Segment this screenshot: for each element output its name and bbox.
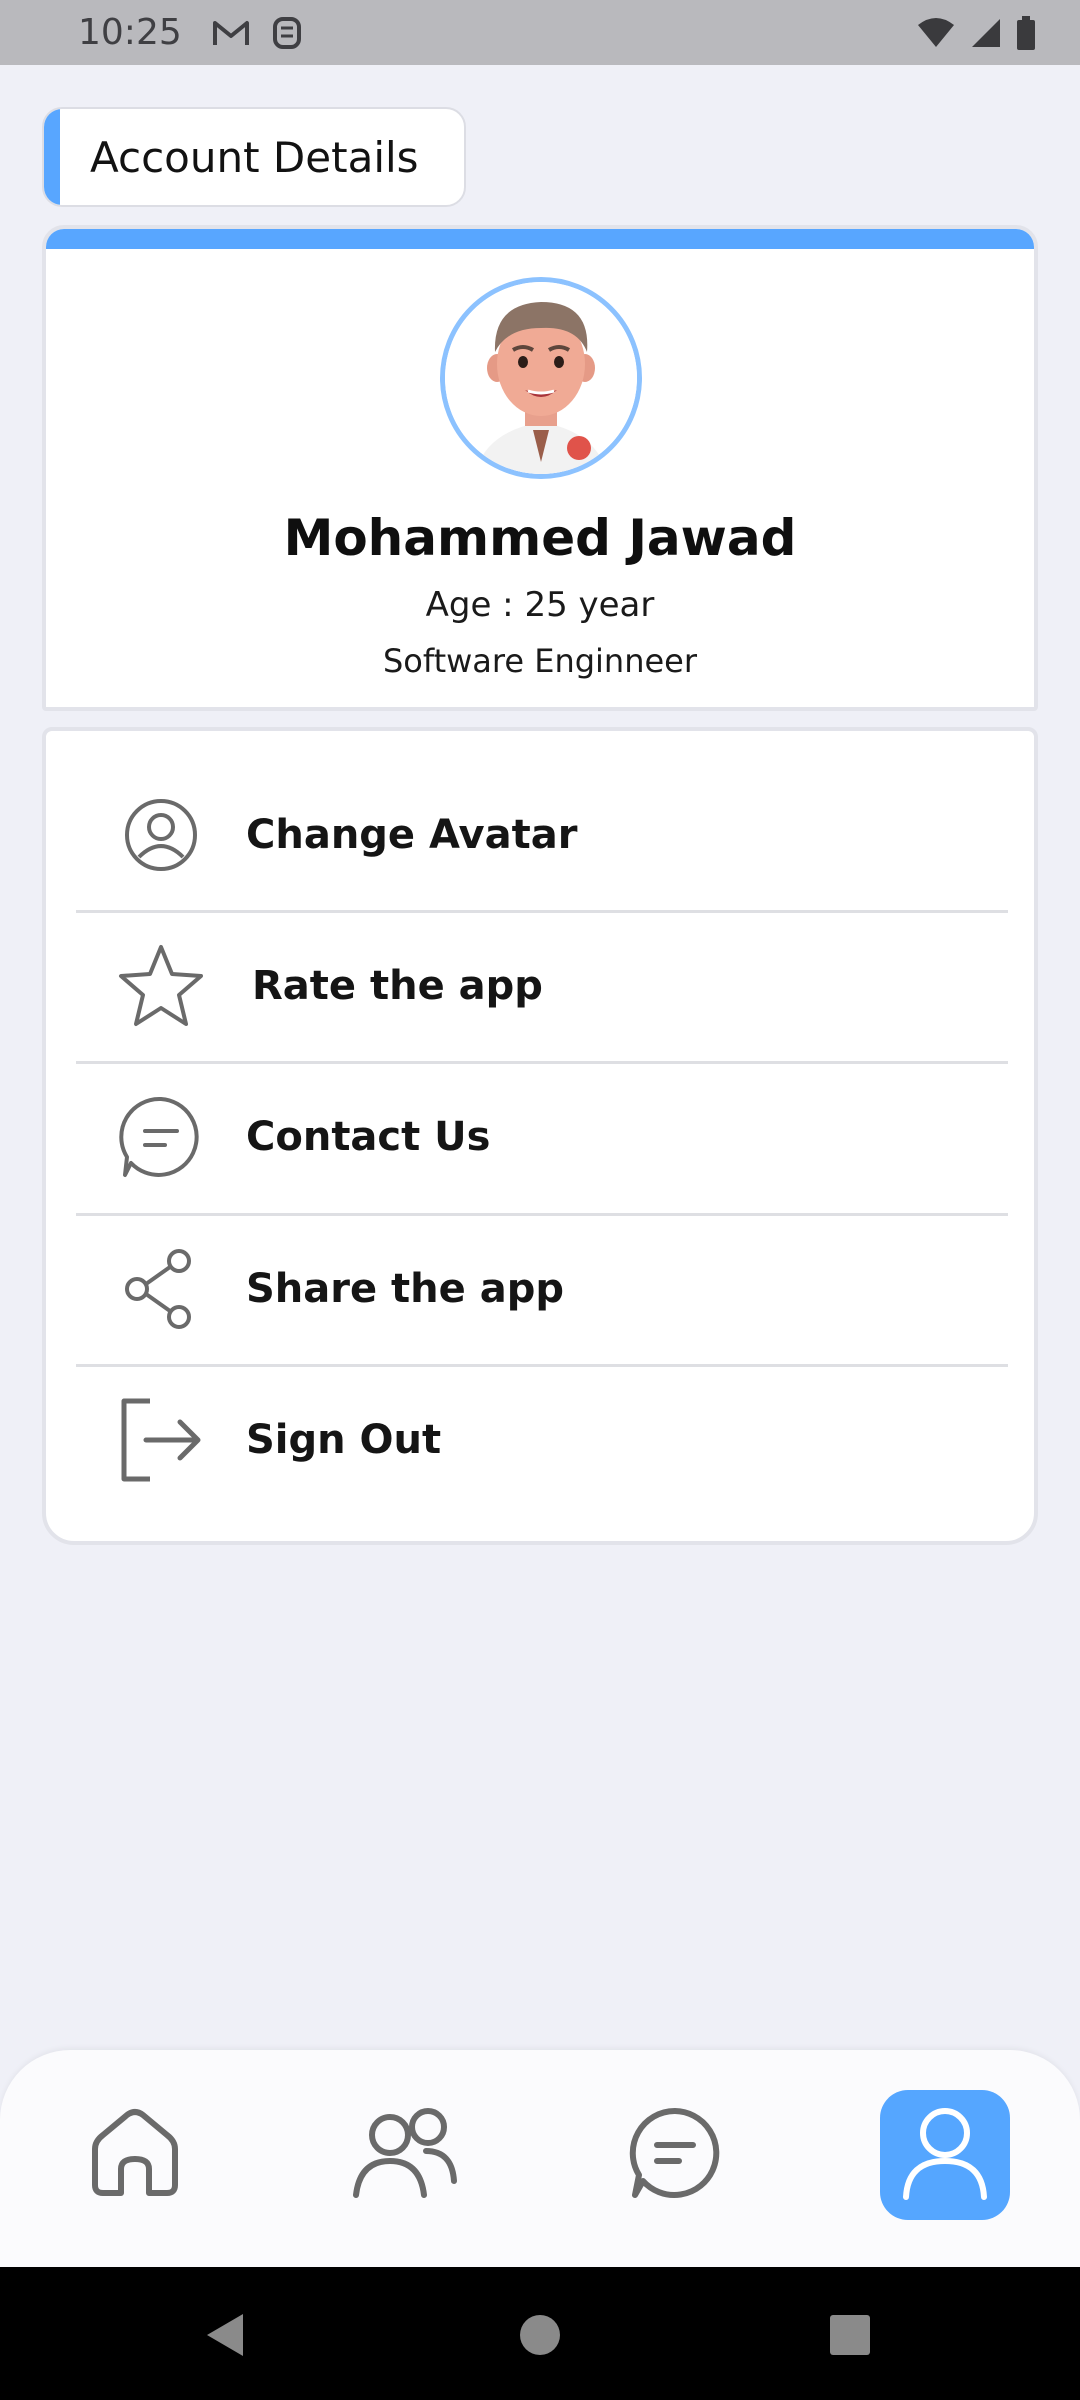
nav-messages-button[interactable] — [610, 2090, 740, 2220]
sign-out-icon — [116, 1395, 206, 1485]
system-navigation-bar — [0, 2267, 1080, 2400]
menu-item-sign-out[interactable]: Sign Out — [76, 1365, 1008, 1515]
profile-card-accent-bar — [46, 229, 1034, 249]
section-title: Account Details — [90, 132, 419, 182]
notification-app-icon — [272, 16, 302, 50]
chat-icon — [116, 1092, 206, 1182]
star-icon — [116, 941, 206, 1031]
menu-item-label: Change Avatar — [246, 812, 578, 858]
nav-friends-button[interactable] — [340, 2090, 470, 2220]
menu-item-label: Share the app — [246, 1266, 564, 1312]
menu-item-label: Contact Us — [246, 1114, 491, 1160]
nav-profile-button[interactable] — [880, 2090, 1010, 2220]
user-circle-icon — [116, 790, 206, 880]
share-icon — [116, 1244, 206, 1334]
recents-icon[interactable] — [810, 2295, 890, 2375]
menu-item-rate-app[interactable]: Rate the app — [76, 911, 1008, 1061]
menu-item-label: Rate the app — [252, 963, 543, 1009]
user-icon — [900, 2105, 990, 2205]
wifi-icon — [916, 17, 956, 49]
menu-item-contact-us[interactable]: Contact Us — [76, 1062, 1008, 1212]
status-time: 10:25 — [78, 12, 182, 53]
battery-icon — [1016, 15, 1036, 50]
menu-item-change-avatar[interactable]: Change Avatar — [76, 760, 1008, 910]
menu-item-share-app[interactable]: Share the app — [76, 1214, 1008, 1364]
menu-item-label: Sign Out — [246, 1417, 442, 1463]
section-title-accent — [44, 109, 60, 205]
profile-name: Mohammed Jawad — [283, 509, 797, 567]
profile-card: Mohammed Jawad Age : 25 year Software En… — [42, 225, 1038, 711]
profile-role: Software Enginneer — [382, 642, 698, 680]
home-icon — [87, 2105, 183, 2205]
avatar-illustration — [445, 282, 637, 474]
profile-age: Age : 25 year — [425, 585, 655, 625]
signal-icon — [970, 17, 1002, 49]
section-title-box: Account Details — [42, 107, 466, 207]
bottom-navigation — [0, 2050, 1080, 2267]
settings-menu: Change Avatar Rate the app Contact Us Sh… — [42, 727, 1038, 1545]
nav-home-button[interactable] — [70, 2090, 200, 2220]
account-screen: 10:25 Account Details Mohammed Jawad Age… — [0, 0, 1080, 2400]
status-icons-left — [212, 16, 302, 50]
gmail-icon — [212, 18, 250, 48]
users-icon — [350, 2105, 460, 2205]
chat-icon — [629, 2107, 721, 2203]
back-icon[interactable] — [186, 2295, 266, 2375]
home-circle-icon[interactable] — [500, 2295, 580, 2375]
status-icons-right — [916, 15, 1036, 50]
avatar[interactable] — [440, 277, 642, 479]
status-bar: 10:25 — [0, 0, 1080, 65]
